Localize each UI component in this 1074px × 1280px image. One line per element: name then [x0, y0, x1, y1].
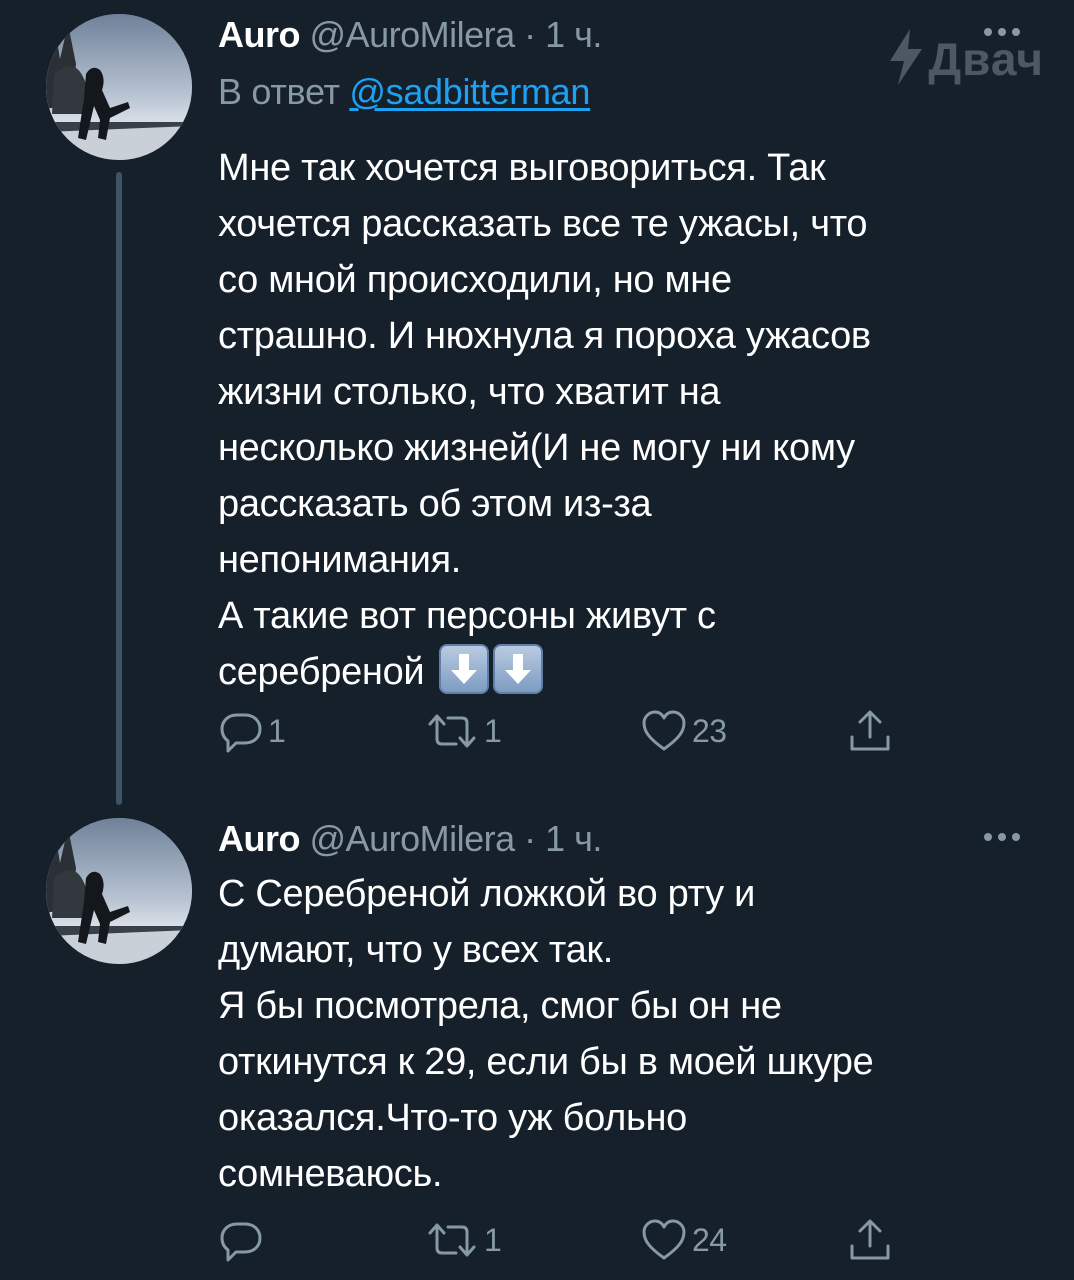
user-handle[interactable]: @AuroMilera	[310, 818, 516, 859]
avatar[interactable]	[46, 14, 192, 160]
share-button[interactable]	[846, 1215, 894, 1265]
reply-context: В ответ @sadbitterman	[218, 70, 1034, 114]
tweet-text-line: несколько жизней(И не могу ни кому	[218, 427, 855, 469]
share-button[interactable]	[846, 706, 894, 756]
like-button[interactable]: 23	[640, 706, 727, 756]
tweet-text: Мне так хочется выговориться. Так хочетс…	[218, 140, 1034, 700]
tweet-text-line-with-emoji: серебреной	[218, 644, 1034, 700]
like-count: 24	[692, 1221, 727, 1258]
tweet-header: Auro @AuroMilera · 1 ч.	[218, 818, 1034, 860]
retweet-icon	[424, 708, 480, 754]
timestamp[interactable]: 1 ч.	[545, 818, 602, 859]
reply-button[interactable]: 1	[218, 706, 286, 756]
tweet-text-line: думают, что у всех так.	[218, 929, 614, 971]
separator-dot: ·	[524, 818, 536, 859]
retweet-button[interactable]: 1	[424, 1215, 502, 1265]
tweet-text-line: жизни столько, что хватит на	[218, 371, 721, 413]
tweet-text: С Серебреной ложкой во рту и думают, что…	[218, 866, 1034, 1202]
tweet-text-line: серебреной	[218, 651, 425, 693]
tweet-text-line: рассказать об этом из-за	[218, 483, 652, 525]
tweet-header: Auro @AuroMilera · 1 ч.	[218, 14, 1034, 56]
retweet-count: 1	[484, 1221, 502, 1258]
tweet-text-line: страшно. И нюхнула я пороха ужасов	[218, 315, 871, 357]
tweet-content: Auro @AuroMilera · 1 ч. В ответ @sadbitt…	[218, 14, 1034, 700]
tweet[interactable]: Auro @AuroMilera · 1 ч. В ответ @sadbitt…	[0, 0, 1074, 815]
tweet-text-line: откинутся к 29, если бы в моей шкуре	[218, 1041, 874, 1083]
retweet-icon	[424, 1217, 480, 1263]
display-name[interactable]: Auro	[218, 14, 301, 55]
like-button[interactable]: 24	[640, 1215, 727, 1265]
tweet-text-line: Мне так хочется выговориться. Так	[218, 147, 826, 189]
user-handle[interactable]: @AuroMilera	[310, 14, 516, 55]
reply-button[interactable]	[218, 1215, 268, 1265]
heart-icon	[640, 1217, 688, 1263]
reply-prefix: В ответ	[218, 71, 340, 112]
retweet-button[interactable]: 1	[424, 706, 502, 756]
reply-count: 1	[268, 712, 286, 749]
action-bar: 1 24	[218, 1215, 918, 1265]
more-options-icon[interactable]	[980, 827, 1024, 847]
action-bar: 1 1 23	[218, 706, 918, 756]
tweet-text-line: А такие вот персоны живут с	[218, 595, 716, 637]
tweet-text-line: со мной происходили, но мне	[218, 259, 732, 301]
tweet[interactable]: Auro @AuroMilera · 1 ч. С Серебреной лож…	[0, 815, 1074, 1280]
display-name[interactable]: Auro	[218, 818, 301, 859]
like-count: 23	[692, 712, 727, 749]
tweet-text-line: Я бы посмотрела, смог бы он не	[218, 985, 782, 1027]
more-options-icon[interactable]	[980, 22, 1024, 42]
share-icon	[846, 1216, 894, 1264]
tweet-content: Auro @AuroMilera · 1 ч. С Серебреной лож…	[218, 818, 1034, 1202]
tweet-text-line: непонимания.	[218, 539, 462, 581]
avatar[interactable]	[46, 818, 192, 964]
tweet-text-line: хочется рассказать все те ужасы, что	[218, 203, 868, 245]
down-arrow-emoji	[438, 644, 489, 694]
tweet-text-line: С Серебреной ложкой во рту и	[218, 873, 756, 915]
share-icon	[846, 707, 894, 755]
timestamp[interactable]: 1 ч.	[545, 14, 602, 55]
reply-icon	[218, 1217, 264, 1263]
separator-dot: ·	[524, 14, 536, 55]
heart-icon	[640, 708, 688, 754]
retweet-count: 1	[484, 712, 502, 749]
reply-mention-link[interactable]: @sadbitterman	[349, 71, 590, 112]
thread-line	[116, 172, 122, 805]
tweet-text-line: оказался.Что-то уж больно	[218, 1097, 687, 1139]
tweet-text-line: сомневаюсь.	[218, 1153, 443, 1195]
down-arrow-emoji	[492, 644, 543, 694]
reply-icon	[218, 708, 264, 754]
